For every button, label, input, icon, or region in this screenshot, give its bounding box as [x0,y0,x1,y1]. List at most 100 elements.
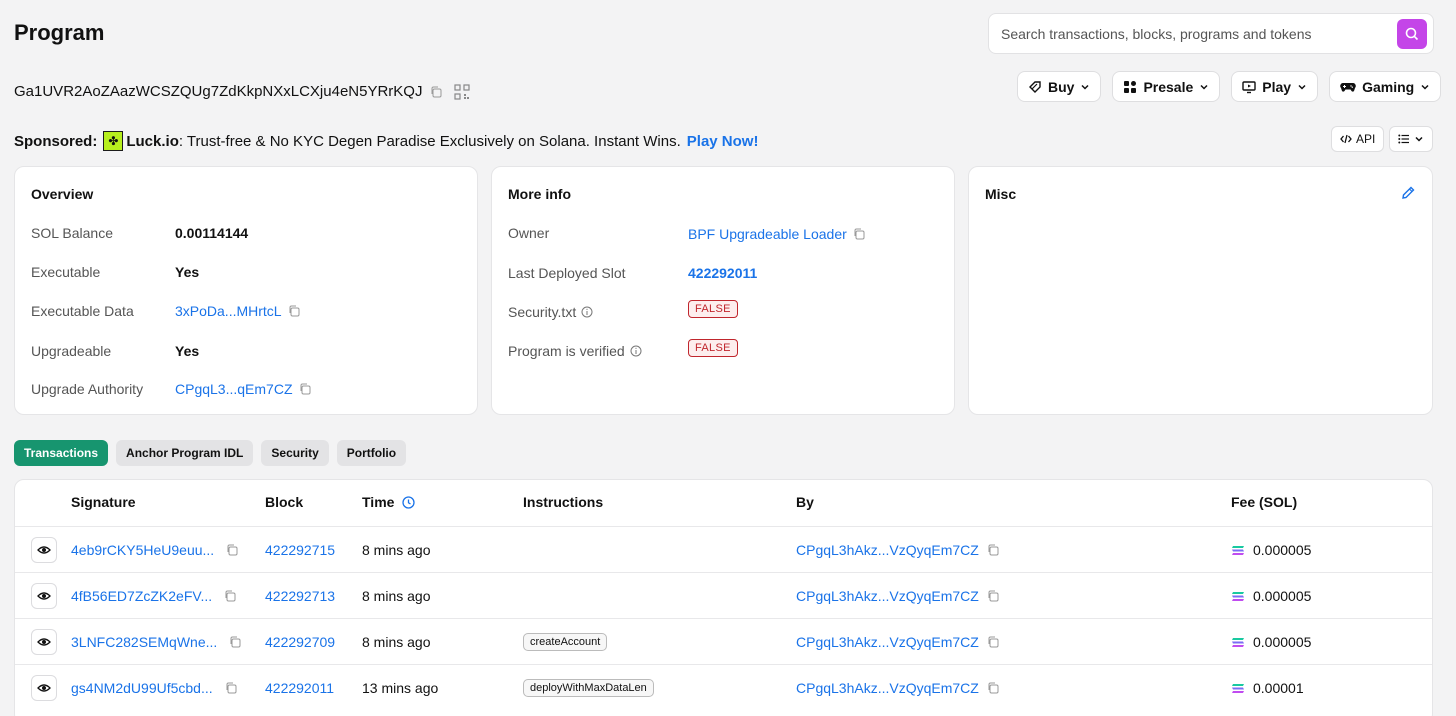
copy-icon[interactable] [987,636,999,648]
program-verified-label: Program is verified [508,343,625,359]
upgrade-authority-link[interactable]: CPgqL3...qEm7CZ [175,381,293,397]
signature-link[interactable]: 4eb9rCKY5HeU9euu... [71,542,214,558]
list-icon [1398,134,1410,144]
copy-icon[interactable] [430,86,442,98]
chevron-down-icon [1415,136,1423,142]
chevron-down-icon [1298,84,1306,90]
fee-value: 0.000005 [1253,634,1312,650]
buy-button[interactable]: Buy [1017,71,1102,102]
copy-icon[interactable] [224,590,236,602]
page-title: Program [14,20,105,45]
owner-link[interactable]: BPF Upgradeable Loader [688,226,847,242]
header-instructions: Instructions [523,494,604,510]
signature-link[interactable]: 4fB56ED7ZcZK2eFV... [71,588,212,604]
header-signature: Signature [71,494,136,510]
api-button[interactable]: API [1331,126,1385,152]
sponsored-text: : Trust-free & No KYC Degen Paradise Exc… [178,132,681,150]
last-deployed-slot-link[interactable]: 422292011 [688,265,757,281]
view-transaction-button[interactable] [31,537,57,563]
sponsored-brand[interactable]: Luck.io [126,133,179,150]
block-link[interactable]: 422292715 [265,542,335,558]
tab-portfolio[interactable]: Portfolio [336,440,407,466]
code-icon [1340,134,1352,144]
chevron-down-icon [1421,84,1429,90]
time-cell: 8 mins ago [362,588,431,604]
security-txt-badge: FALSE [688,300,738,318]
solana-icon [1231,591,1245,602]
table-row: 3LNFC282SEMqWne... 422292709 8 mins ago … [15,618,1432,664]
copy-icon[interactable] [288,305,300,317]
presale-button[interactable]: Presale [1112,71,1221,102]
view-options-button[interactable] [1389,126,1434,152]
gamepad-icon [1340,82,1356,92]
qr-code-icon[interactable] [454,83,471,100]
info-icon[interactable] [630,345,642,357]
by-link[interactable]: CPgqL3hAkz...VzQyqEm7CZ [796,542,979,558]
transactions-table: Signature Block Time Instructions By Fee… [14,479,1433,716]
tab-security[interactable]: Security [261,440,329,466]
eye-icon [37,546,51,554]
chevron-down-icon [1081,84,1089,90]
time-cell: 13 mins ago [362,680,439,696]
instruction-badge: deployWithMaxDataLen [523,679,654,697]
eye-icon [37,592,51,600]
copy-icon[interactable] [987,590,999,602]
time-cell: 8 mins ago [362,542,431,558]
block-link[interactable]: 422292709 [265,634,335,650]
sol-balance-label: SOL Balance [31,225,113,241]
last-deployed-slot-label: Last Deployed Slot [508,265,626,281]
table-row: gs4NM2dU99Uf5cbd... 422292011 13 mins ag… [15,664,1432,710]
header-time-label: Time [362,494,395,510]
instruction-badge: createAccount [523,633,608,651]
play-now-link[interactable]: Play Now! [687,133,759,150]
copy-icon[interactable] [226,544,238,556]
view-transaction-button[interactable] [31,629,57,655]
program-address-row: Ga1UVR2AoZAazWCSZQUg7ZdKkpNXxLCXju4eN5YR… [14,83,471,100]
solana-icon [1231,637,1245,648]
owner-label: Owner [508,225,550,241]
search-button[interactable] [1397,18,1427,49]
gaming-button[interactable]: Gaming [1329,71,1442,102]
sponsored-banner: Sponsored: ✤ Luck.io: Trust-free & No KY… [14,131,758,151]
copy-icon[interactable] [987,544,999,556]
copy-icon[interactable] [299,383,311,395]
fee-value: 0.000005 [1253,542,1312,558]
copy-icon[interactable] [853,228,865,240]
view-transaction-button[interactable] [31,583,57,609]
tag-icon [1029,80,1041,93]
by-link[interactable]: CPgqL3hAkz...VzQyqEm7CZ [796,588,979,604]
tab-anchor-program-idl[interactable]: Anchor Program IDL [116,440,254,466]
header-block: Block [265,494,304,510]
program-verified-row: Program is verified [508,343,642,359]
copy-icon[interactable] [225,682,237,694]
info-icon[interactable] [581,306,593,318]
search-input[interactable] [1001,25,1397,42]
play-button[interactable]: Play [1231,71,1319,102]
signature-link[interactable]: gs4NM2dU99Uf5cbd... [71,680,213,696]
program-verified-badge: FALSE [688,339,738,357]
time-cell: 8 mins ago [362,634,431,650]
signature-link[interactable]: 3LNFC282SEMqWne... [71,634,217,650]
table-row: 4fB56ED7ZcZK2eFV... 422292713 8 mins ago… [15,572,1432,618]
security-txt-row: Security.txt [508,304,593,320]
copy-icon[interactable] [229,636,241,648]
by-link[interactable]: CPgqL3hAkz...VzQyqEm7CZ [796,680,979,696]
view-actions: API [1331,126,1434,152]
view-transaction-button[interactable] [31,675,57,701]
header-by: By [796,494,814,510]
tab-transactions[interactable]: Transactions [14,440,109,466]
header-time[interactable]: Time [362,494,416,510]
sol-balance-value: 0.00114144 [175,225,249,241]
api-label: API [1356,132,1376,146]
fee-value: 0.00001 [1253,680,1304,696]
executable-label: Executable [31,264,101,280]
block-link[interactable]: 422292713 [265,588,335,604]
header-fee: Fee (SOL) [1231,494,1298,510]
executable-data-link[interactable]: 3xPoDa...MHrtcL [175,303,282,319]
buy-label: Buy [1048,78,1075,95]
edit-icon[interactable] [1400,185,1416,206]
block-link[interactable]: 422292011 [265,680,334,696]
solana-icon [1231,545,1245,556]
copy-icon[interactable] [987,682,999,694]
by-link[interactable]: CPgqL3hAkz...VzQyqEm7CZ [796,634,979,650]
